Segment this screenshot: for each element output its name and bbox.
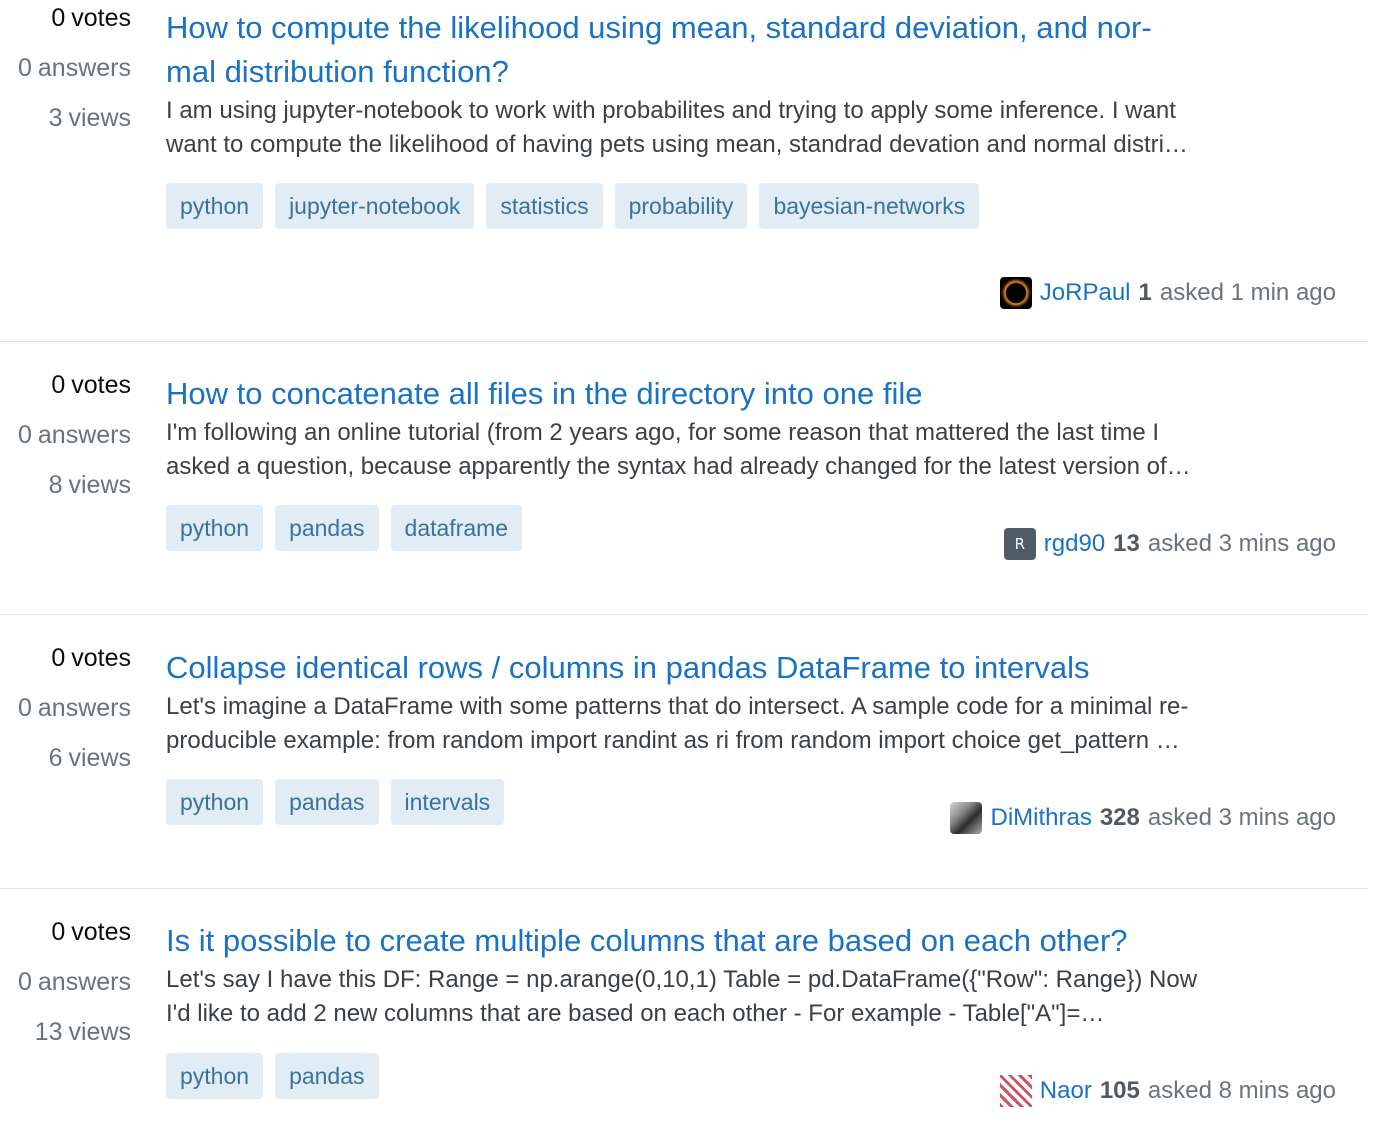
question-stats: 0 votes 0 answers 13 views bbox=[0, 917, 131, 1067]
question-excerpt: Let's imagine a DataFrame with some patt… bbox=[166, 693, 1189, 754]
tag-python[interactable]: python bbox=[166, 183, 264, 229]
tag-python[interactable]: python bbox=[166, 779, 264, 825]
tag-probability[interactable]: probability bbox=[614, 183, 748, 229]
question-title-link[interactable]: Is it possible to create multiple column… bbox=[166, 919, 1336, 963]
answer-count: 0 answers bbox=[18, 694, 131, 722]
user-card: JoRPaul 1 asked 1 min ago bbox=[999, 277, 1336, 309]
user-avatar[interactable] bbox=[999, 1075, 1032, 1107]
vote-count: 0 votes bbox=[51, 4, 131, 32]
user-avatar[interactable] bbox=[950, 802, 983, 834]
user-reputation: 328 bbox=[1099, 804, 1140, 831]
user-name-link[interactable]: JoRPaul bbox=[1040, 277, 1131, 309]
tag-statistics[interactable]: statistics bbox=[486, 183, 603, 229]
question-excerpt: Let's say I have this DF: Range = np.ara… bbox=[166, 966, 1198, 1027]
tag-pandas[interactable]: pandas bbox=[275, 505, 379, 551]
question-stats: 0 votes 0 answers 3 views bbox=[0, 3, 131, 153]
tag-list: python pandas bbox=[166, 1053, 379, 1099]
tag-python[interactable]: python bbox=[166, 1053, 264, 1099]
tag-list: python jupyter-notebook statistics proba… bbox=[166, 183, 980, 229]
question-title-link[interactable]: Collapse identical rows / columns in pan… bbox=[166, 646, 1336, 690]
user-name-link[interactable]: Naor bbox=[1040, 1075, 1092, 1107]
answer-count: 0 answers bbox=[18, 54, 131, 82]
answer-count: 0 answers bbox=[18, 421, 131, 449]
asked-time[interactable]: asked 1 min ago bbox=[1160, 277, 1336, 309]
user-reputation: 105 bbox=[1099, 1077, 1140, 1104]
vote-count: 0 votes bbox=[51, 371, 131, 399]
asked-time[interactable]: asked 8 mins ago bbox=[1148, 1075, 1336, 1107]
user-avatar[interactable]: R bbox=[1003, 528, 1036, 560]
tag-list: python pandas intervals bbox=[166, 779, 505, 825]
question-summary: 0 votes 0 answers 8 views How to concatenat… bbox=[0, 342, 1368, 615]
user-reputation: 1 bbox=[1138, 279, 1152, 306]
question-title-link[interactable]: How to concatenate all files in the dire… bbox=[166, 372, 1336, 416]
user-name-link[interactable]: DiMithras bbox=[990, 802, 1091, 834]
view-count: 13 views bbox=[34, 1018, 131, 1046]
question-stats: 0 votes 0 answers 8 views bbox=[0, 370, 131, 520]
asked-time[interactable]: asked 3 mins ago bbox=[1148, 802, 1336, 834]
user-card: Naor 105 asked 8 mins ago bbox=[999, 1075, 1336, 1107]
tag-pandas[interactable]: pandas bbox=[275, 779, 379, 825]
question-excerpt: I'm following an online tutorial (from 2… bbox=[166, 419, 1191, 480]
question-summary: 0 votes 0 answers 13 views Is it possible t… bbox=[0, 889, 1368, 1122]
tag-jupyter-notebook[interactable]: jupyter-notebook bbox=[275, 183, 475, 229]
view-count: 8 views bbox=[48, 471, 131, 499]
view-count: 3 views bbox=[48, 104, 131, 132]
question-stats: 0 votes 0 answers 6 views bbox=[0, 643, 131, 793]
user-reputation: 13 bbox=[1113, 530, 1140, 557]
vote-count: 0 votes bbox=[51, 644, 131, 672]
user-card: R rgd90 13 asked 3 mins ago bbox=[1003, 528, 1336, 560]
tag-dataframe[interactable]: dataframe bbox=[390, 505, 523, 551]
user-avatar[interactable] bbox=[999, 277, 1032, 309]
question-title-link[interactable]: How to compute the likelihood using mean… bbox=[166, 6, 1336, 94]
vote-count: 0 votes bbox=[51, 918, 131, 946]
tag-python[interactable]: python bbox=[166, 505, 264, 551]
tag-list: python pandas dataframe bbox=[166, 505, 523, 551]
user-card: DiMithras 328 asked 3 mins ago bbox=[950, 802, 1336, 834]
tag-bayesian-networks[interactable]: bayesian-networks bbox=[759, 183, 980, 229]
answer-count: 0 answers bbox=[18, 968, 131, 996]
question-summary: 0 votes 0 answers 3 views How to compute th… bbox=[0, 0, 1368, 342]
question-list: 0 votes 0 answers 3 views How to compute th… bbox=[0, 0, 1386, 1122]
user-name-link[interactable]: rgd90 bbox=[1044, 528, 1105, 560]
question-excerpt: I am using jupyter-notebook to work with… bbox=[166, 97, 1188, 158]
question-summary: 0 votes 0 answers 6 views Collapse identica… bbox=[0, 615, 1368, 889]
tag-intervals[interactable]: intervals bbox=[390, 779, 505, 825]
view-count: 6 views bbox=[48, 744, 131, 772]
asked-time[interactable]: asked 3 mins ago bbox=[1148, 528, 1336, 560]
tag-pandas[interactable]: pandas bbox=[275, 1053, 379, 1099]
